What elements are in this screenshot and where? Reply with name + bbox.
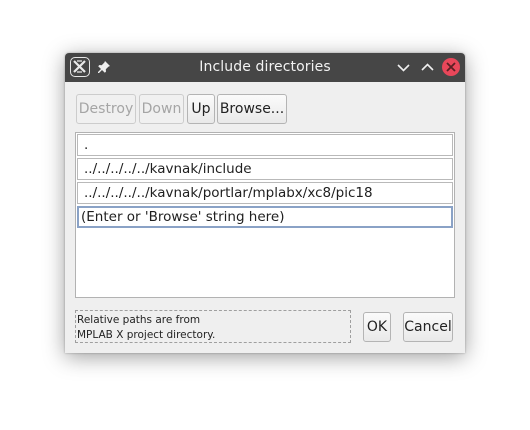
note-line-1: Relative paths are from [77, 314, 201, 326]
directory-row[interactable]: ../../../../../kavnak/portlar/mplabx/xc8… [77, 182, 453, 204]
title-bar[interactable]: Include directories [65, 53, 465, 82]
minimize-icon[interactable] [395, 59, 412, 76]
maximize-icon[interactable] [419, 59, 436, 76]
cancel-button[interactable]: Cancel [403, 312, 453, 342]
up-button[interactable]: Up [187, 94, 215, 124]
note-line-2: MPLAB X project directory. [77, 329, 216, 341]
new-directory-input[interactable]: (Enter or 'Browse' string here) [77, 206, 453, 228]
desktop: Include directories Destroy Down Up Brow… [0, 0, 530, 430]
browse-button[interactable]: Browse... [217, 94, 287, 124]
directory-row[interactable]: ../../../../../kavnak/include [77, 158, 453, 180]
down-button[interactable]: Down [139, 94, 184, 124]
directory-row[interactable]: . [77, 134, 453, 156]
close-icon[interactable] [442, 58, 460, 76]
ok-button[interactable]: OK [363, 312, 391, 342]
destroy-button[interactable]: Destroy [76, 94, 136, 124]
include-directories-dialog: Include directories Destroy Down Up Brow… [65, 53, 465, 353]
relative-paths-note: Relative paths are from MPLAB X project … [75, 310, 351, 343]
directory-list[interactable]: . ../../../../../kavnak/include ../../..… [75, 132, 455, 298]
